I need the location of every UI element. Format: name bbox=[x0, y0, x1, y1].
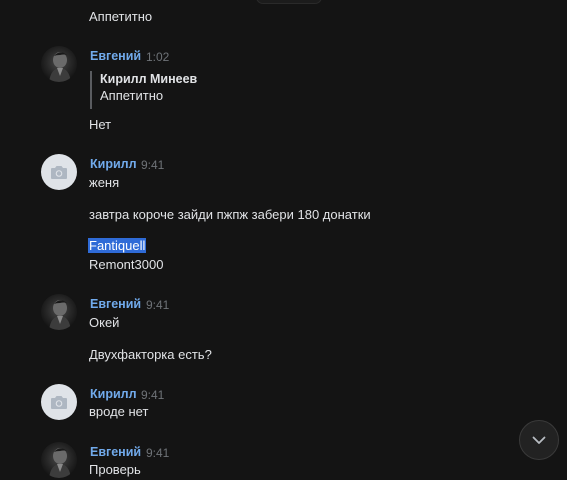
message-author[interactable]: Евгений bbox=[90, 445, 141, 459]
user-photo-icon bbox=[49, 52, 71, 82]
quote-text: Аппетитно bbox=[100, 88, 164, 103]
user-photo-icon bbox=[49, 300, 71, 330]
date-pill bbox=[256, 0, 322, 4]
message-text: Окей bbox=[89, 315, 120, 330]
message-text: Аппетитно bbox=[89, 9, 153, 24]
chevron-down-icon bbox=[532, 436, 546, 444]
message-text: вроде нет bbox=[89, 404, 149, 419]
quote-author: Кирилл Минеев bbox=[100, 72, 198, 86]
message-author[interactable]: Евгений bbox=[90, 297, 141, 311]
message-text-selected: Fantiquell bbox=[88, 238, 147, 254]
message-time[interactable]: 1:02 bbox=[146, 50, 169, 64]
text-selection[interactable]: Fantiquell bbox=[88, 238, 147, 253]
message-author[interactable]: Евгений bbox=[90, 49, 141, 63]
message-author[interactable]: Кирилл bbox=[90, 157, 137, 171]
message-time[interactable]: 9:41 bbox=[146, 298, 169, 312]
avatar-evgeny[interactable] bbox=[41, 46, 77, 82]
avatar-kirill[interactable] bbox=[41, 384, 77, 420]
message-text: завтра короче зайди пжпж забери 180 дона… bbox=[89, 207, 371, 222]
message-time[interactable]: 9:41 bbox=[141, 158, 164, 172]
chat-history: Аппетитно Евгений 1:02 Кирилл Минеев Апп… bbox=[0, 0, 567, 480]
scroll-down-button[interactable] bbox=[519, 420, 559, 460]
camera-icon bbox=[51, 165, 67, 179]
user-photo-icon bbox=[49, 448, 71, 478]
message-text: Нет bbox=[89, 117, 112, 132]
camera-icon bbox=[51, 395, 67, 409]
reply-quote[interactable]: Кирилл Минеев Аппетитно bbox=[90, 71, 197, 109]
message-text: Двухфакторка есть? bbox=[89, 347, 212, 362]
message-time[interactable]: 9:41 bbox=[146, 446, 169, 460]
avatar-kirill[interactable] bbox=[41, 154, 77, 190]
message-time[interactable]: 9:41 bbox=[141, 388, 164, 402]
message-author[interactable]: Кирилл bbox=[90, 387, 137, 401]
avatar-evgeny[interactable] bbox=[41, 294, 77, 330]
avatar-evgeny[interactable] bbox=[41, 442, 77, 478]
message-text: Remont3000 bbox=[89, 257, 164, 272]
message-text: женя bbox=[89, 175, 120, 190]
message-text: Проверь bbox=[89, 462, 141, 477]
